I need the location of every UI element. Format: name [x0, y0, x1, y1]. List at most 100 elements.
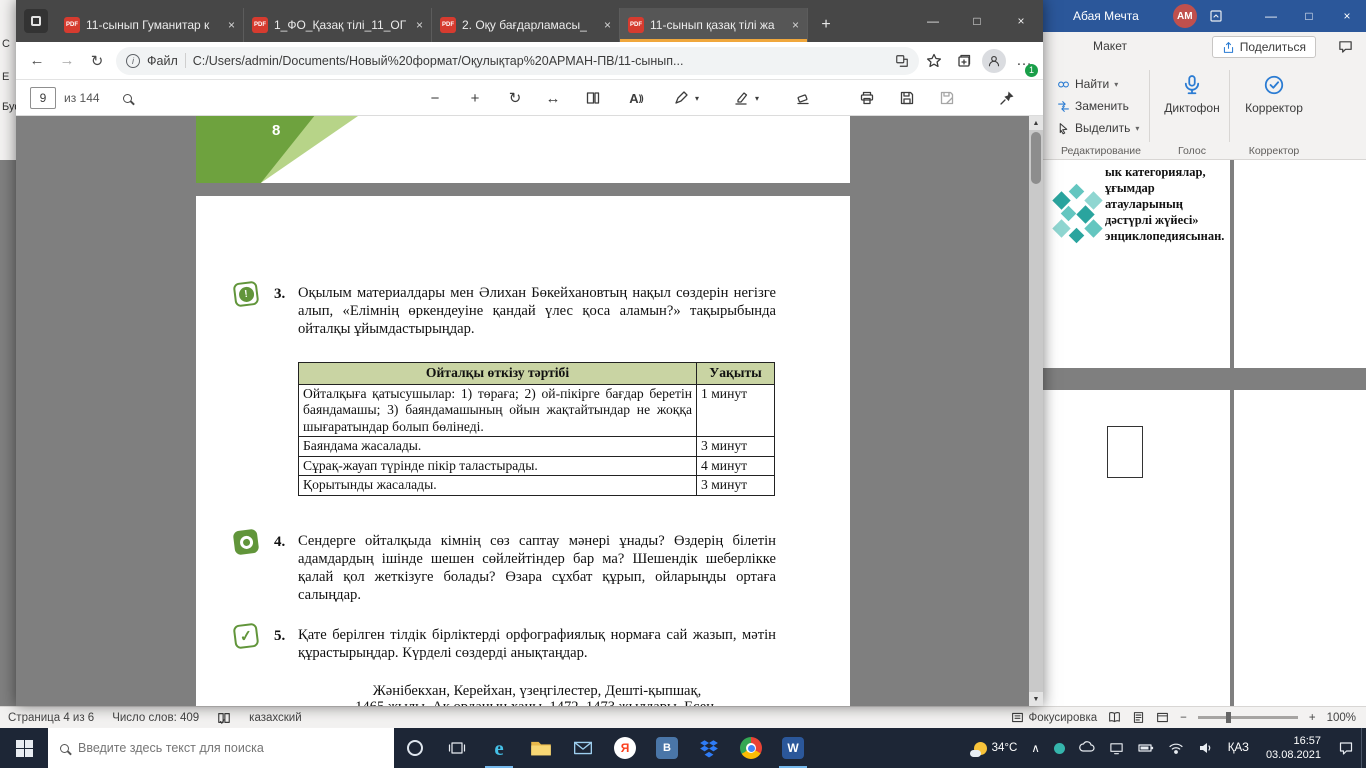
- read-aloud-icon[interactable]: A)): [618, 80, 654, 116]
- zoom-slider-thumb[interactable]: [1226, 712, 1231, 723]
- erase-icon[interactable]: [788, 80, 818, 116]
- share-button[interactable]: Поделиться: [1212, 36, 1316, 58]
- browser-tab-4-active[interactable]: PDF 11-сынып қазақ тілі жа ×: [620, 8, 808, 42]
- back-button[interactable]: ←: [22, 52, 52, 69]
- pdf-scrollbar[interactable]: ▲ ▼: [1029, 116, 1043, 706]
- proofing-icon[interactable]: [217, 711, 231, 725]
- profile-avatar[interactable]: [979, 42, 1009, 80]
- draw-chevron-icon[interactable]: ▾: [690, 80, 704, 116]
- word-doc-text[interactable]: ык категориялар, ұғымдар атауларының дәс…: [1105, 164, 1225, 244]
- editor-button[interactable]: Корректор: [1239, 74, 1309, 115]
- highlight-chevron-icon[interactable]: ▾: [750, 80, 764, 116]
- taskbar-mail-icon[interactable]: [562, 728, 604, 768]
- zoom-out-icon[interactable]: −: [420, 80, 450, 116]
- zoom-in-button[interactable]: +: [1309, 712, 1316, 724]
- edge-maximize-button[interactable]: □: [955, 0, 999, 42]
- word-minimize-button[interactable]: —: [1252, 0, 1290, 32]
- onedrive-cloud-icon[interactable]: [1072, 728, 1102, 768]
- taskbar-word-icon[interactable]: W: [772, 728, 814, 768]
- tab-close-icon[interactable]: ×: [604, 18, 611, 32]
- zoom-in-icon[interactable]: +: [460, 80, 490, 116]
- word-account-avatar[interactable]: АМ: [1173, 4, 1197, 28]
- fit-width-icon[interactable]: ↔: [538, 80, 568, 116]
- web-layout-icon[interactable]: [1156, 711, 1169, 724]
- dictate-button[interactable]: Диктофон: [1161, 74, 1223, 115]
- print-icon[interactable]: [852, 80, 882, 116]
- read-mode-icon[interactable]: [1108, 711, 1121, 724]
- language-indicator[interactable]: казахский: [249, 712, 301, 724]
- settings-more-button[interactable]: … 1: [1009, 42, 1039, 80]
- zoom-level[interactable]: 100%: [1327, 712, 1356, 724]
- taskbar-dropbox-icon[interactable]: [688, 728, 730, 768]
- page-view-icon[interactable]: [578, 80, 608, 116]
- action-center-icon[interactable]: [1331, 728, 1361, 768]
- taskbar-search[interactable]: [48, 728, 394, 768]
- tab-close-icon[interactable]: ×: [416, 18, 423, 32]
- volume-icon[interactable]: [1191, 728, 1221, 768]
- refresh-button[interactable]: ↻: [82, 52, 112, 70]
- search-input[interactable]: [78, 741, 382, 755]
- rotate-icon[interactable]: ↻: [500, 80, 530, 116]
- taskbar-vk-icon[interactable]: B: [646, 728, 688, 768]
- replace-button[interactable]: Заменить: [1057, 96, 1129, 116]
- ribbon-tab-layout[interactable]: Макет: [1093, 39, 1127, 53]
- taskbar-clock[interactable]: 16:57 03.08.2021: [1256, 734, 1331, 762]
- address-bar-action-icon[interactable]: [895, 54, 909, 68]
- ribbon-display-options-icon[interactable]: [1197, 0, 1235, 32]
- hidden-icons-chevron[interactable]: ∧: [1024, 728, 1046, 768]
- forward-button[interactable]: →: [52, 52, 82, 69]
- word-page[interactable]: [1043, 390, 1230, 706]
- tab-close-icon[interactable]: ×: [228, 18, 235, 32]
- browser-tab-3[interactable]: PDF 2. Оқу бағдарламасы_ ×: [432, 8, 620, 42]
- word-restore-button[interactable]: □: [1290, 0, 1328, 32]
- find-in-document-icon[interactable]: [112, 80, 142, 116]
- word-page[interactable]: [1234, 390, 1366, 706]
- print-layout-icon[interactable]: [1132, 711, 1145, 724]
- word-page[interactable]: [1234, 160, 1366, 368]
- zoom-slider[interactable]: [1198, 716, 1298, 719]
- start-button[interactable]: [0, 728, 48, 768]
- tab-close-icon[interactable]: ×: [792, 18, 799, 32]
- show-desktop-button[interactable]: [1361, 728, 1366, 768]
- battery-icon[interactable]: [1131, 728, 1161, 768]
- word-close-button[interactable]: ×: [1328, 0, 1366, 32]
- scroll-down-icon[interactable]: ▼: [1029, 692, 1043, 706]
- weather-widget[interactable]: 34°C: [967, 728, 1025, 768]
- word-count[interactable]: Число слов: 409: [112, 712, 199, 724]
- word-account-name[interactable]: Абая Мечта: [1073, 9, 1139, 23]
- pin-toolbar-icon[interactable]: [992, 80, 1022, 116]
- save-icon[interactable]: [892, 80, 922, 116]
- task-view-button[interactable]: [436, 728, 478, 768]
- save-as-icon[interactable]: [932, 80, 962, 116]
- cortana-button[interactable]: [394, 728, 436, 768]
- taskbar-edge-icon[interactable]: e: [478, 728, 520, 768]
- browser-tab-1[interactable]: PDF 11-сынып Гуманитар к ×: [56, 8, 244, 42]
- page-number-input[interactable]: 9: [30, 87, 56, 109]
- scroll-up-icon[interactable]: ▲: [1029, 116, 1043, 130]
- pdf-viewport[interactable]: 8 ! 3. Оқылым материалдары мен Әлихан Бө…: [16, 116, 1043, 706]
- browser-tab-2[interactable]: PDF 1_ФО_Қазақ тілі_11_ОГ ×: [244, 8, 432, 42]
- display-icon[interactable]: [1102, 728, 1131, 768]
- focus-mode-button[interactable]: Фокусировка: [1011, 711, 1097, 724]
- comments-icon[interactable]: [1338, 39, 1353, 54]
- word-page[interactable]: ык категориялар, ұғымдар атауларының дәс…: [1043, 160, 1230, 368]
- url-text[interactable]: C:/Users/admin/Documents/Новый%20формат/…: [193, 54, 888, 68]
- favorites-add-icon[interactable]: [919, 42, 949, 80]
- new-tab-button[interactable]: +: [812, 11, 840, 39]
- tray-app-icon[interactable]: [1047, 728, 1072, 768]
- taskbar-yandex-icon[interactable]: Я: [604, 728, 646, 768]
- edge-minimize-button[interactable]: —: [911, 0, 955, 42]
- collections-icon[interactable]: [949, 42, 979, 80]
- language-indicator[interactable]: ҚАЗ: [1221, 728, 1256, 768]
- taskbar-explorer-icon[interactable]: [520, 728, 562, 768]
- tab-actions-icon[interactable]: [24, 9, 48, 33]
- taskbar-chrome-icon[interactable]: [730, 728, 772, 768]
- scrollbar-thumb[interactable]: [1031, 132, 1041, 184]
- zoom-out-button[interactable]: −: [1180, 712, 1187, 724]
- address-bar[interactable]: i Файл C:/Users/admin/Documents/Новый%20…: [116, 47, 919, 75]
- network-wifi-icon[interactable]: [1161, 728, 1191, 768]
- select-button[interactable]: Выделить ▾: [1057, 118, 1139, 138]
- info-icon[interactable]: i: [126, 54, 140, 68]
- page-indicator[interactable]: Страница 4 из 6: [8, 712, 94, 724]
- find-button[interactable]: Найти ▾: [1057, 74, 1118, 94]
